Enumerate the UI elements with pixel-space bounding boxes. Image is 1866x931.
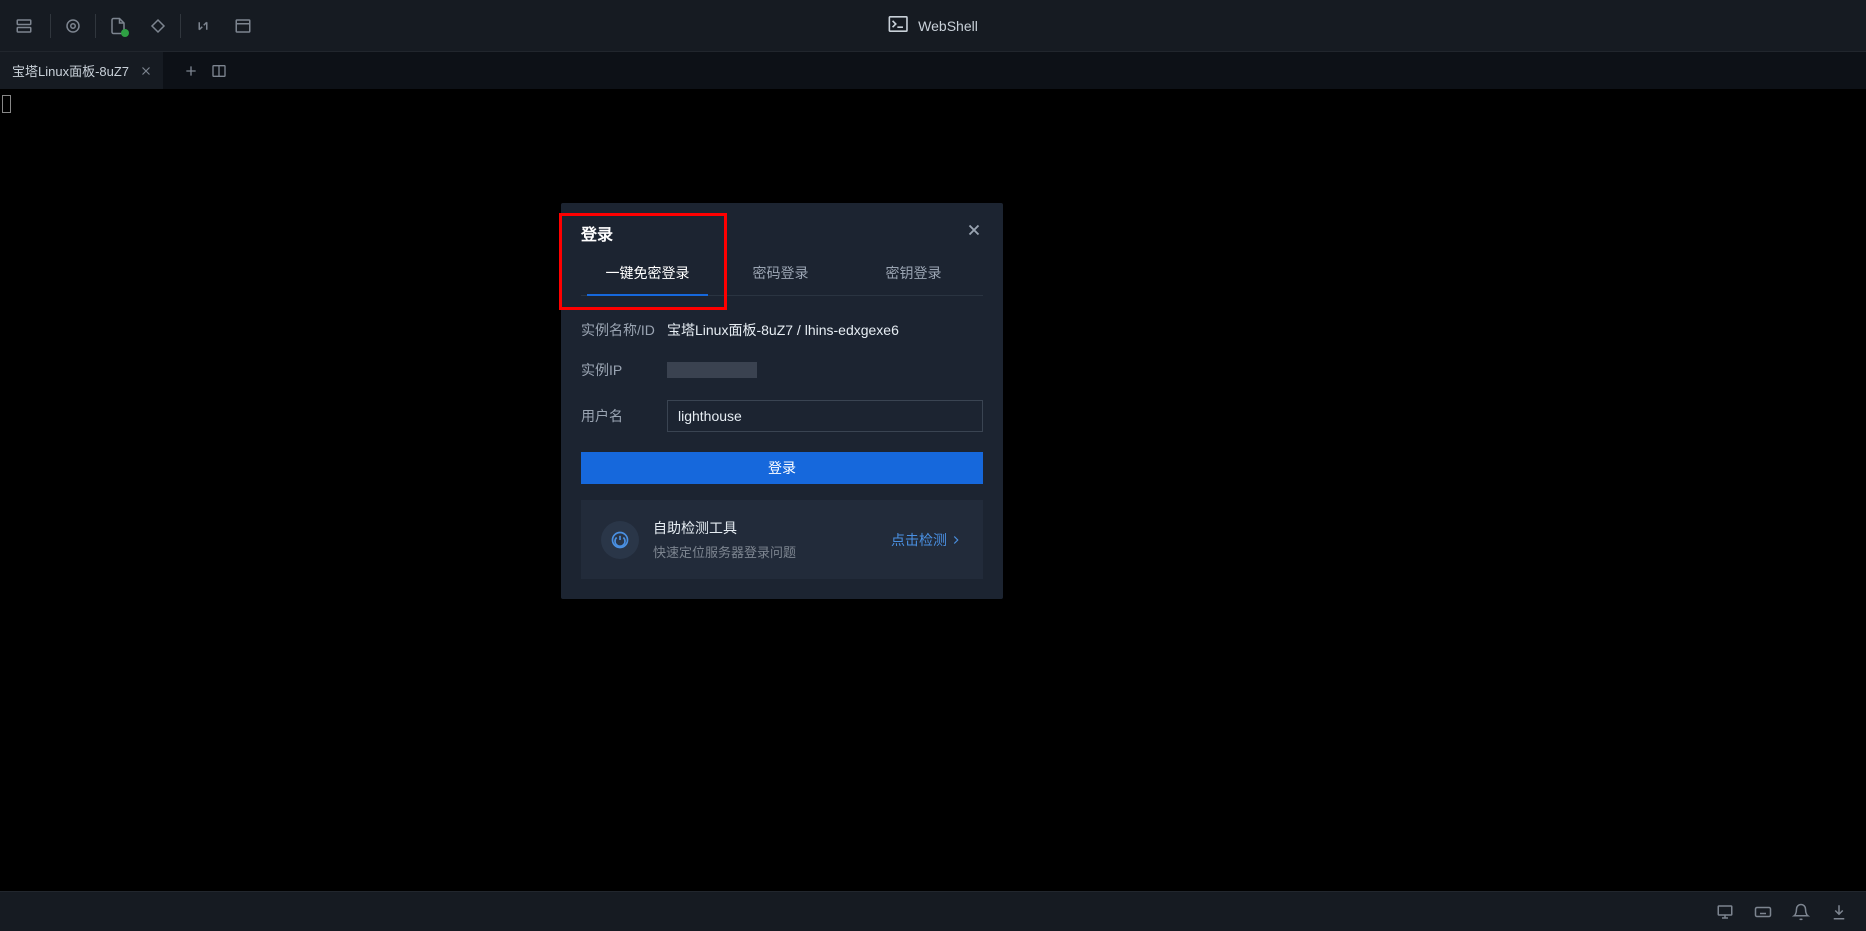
modal-body: 实例名称/ID 宝塔Linux面板-8uZ7 / lhins-edxgexe6 … (561, 296, 1003, 599)
self-check-link[interactable]: 点击检测 (891, 530, 963, 550)
self-check-title: 自助检测工具 (653, 518, 877, 538)
toolbar-divider (95, 14, 96, 38)
tab-key-login[interactable]: 密钥登录 (847, 263, 980, 295)
power-icon (601, 521, 639, 559)
username-label: 用户名 (581, 406, 667, 426)
target-icon[interactable] (53, 0, 93, 52)
tab-actions (183, 63, 227, 79)
ip-row: 实例IP (581, 360, 983, 380)
terminal-cursor (2, 95, 11, 113)
login-button[interactable]: 登录 (581, 452, 983, 484)
new-file-icon[interactable] (98, 0, 138, 52)
top-toolbar: WebShell (0, 0, 1866, 52)
status-bar (0, 891, 1866, 931)
transfer-icon[interactable] (183, 0, 223, 52)
split-view-icon[interactable] (211, 63, 227, 79)
bell-icon[interactable] (1792, 903, 1810, 921)
ip-value-redacted (667, 362, 757, 378)
display-icon[interactable] (1716, 903, 1734, 921)
instance-label: 实例名称/ID (581, 320, 667, 340)
tab-password-login[interactable]: 密码登录 (714, 263, 847, 295)
toolbar-left-group (0, 0, 263, 51)
server-list-icon[interactable] (0, 0, 48, 52)
close-icon[interactable] (965, 221, 983, 244)
terminal-icon (888, 16, 908, 35)
download-icon[interactable] (1830, 903, 1848, 921)
tab-passwordless-login[interactable]: 一键免密登录 (581, 263, 714, 295)
self-check-text: 自助检测工具 快速定位服务器登录问题 (653, 518, 877, 561)
toolbar-divider (180, 14, 181, 38)
modal-tabs: 一键免密登录 密码登录 密钥登录 (581, 263, 983, 296)
self-check-card: 自助检测工具 快速定位服务器登录问题 点击检测 (581, 500, 983, 579)
tab-item[interactable]: 宝塔Linux面板-8uZ7 (0, 52, 163, 89)
instance-value: 宝塔Linux面板-8uZ7 / lhins-edxgexe6 (667, 320, 899, 340)
close-icon[interactable] (139, 64, 153, 78)
toolbar-divider (50, 14, 51, 38)
app-title-text: WebShell (918, 18, 978, 34)
self-check-subtitle: 快速定位服务器登录问题 (653, 542, 877, 561)
username-row: 用户名 (581, 400, 983, 432)
tag-icon[interactable] (138, 0, 178, 52)
username-input[interactable] (667, 400, 983, 432)
login-modal: 登录 一键免密登录 密码登录 密钥登录 实例名称/ID 宝塔Linux面板-8u… (561, 203, 1003, 599)
add-tab-icon[interactable] (183, 63, 199, 79)
keyboard-icon[interactable] (1754, 903, 1772, 921)
instance-row: 实例名称/ID 宝塔Linux面板-8uZ7 / lhins-edxgexe6 (581, 320, 983, 340)
ip-label: 实例IP (581, 360, 667, 380)
chevron-right-icon (949, 533, 963, 547)
app-title: WebShell (888, 16, 978, 35)
layout-icon[interactable] (223, 0, 263, 52)
tab-label: 宝塔Linux面板-8uZ7 (12, 61, 129, 80)
modal-title: 登录 (581, 221, 613, 245)
modal-header: 登录 (561, 203, 1003, 245)
tab-bar: 宝塔Linux面板-8uZ7 (0, 52, 1866, 89)
